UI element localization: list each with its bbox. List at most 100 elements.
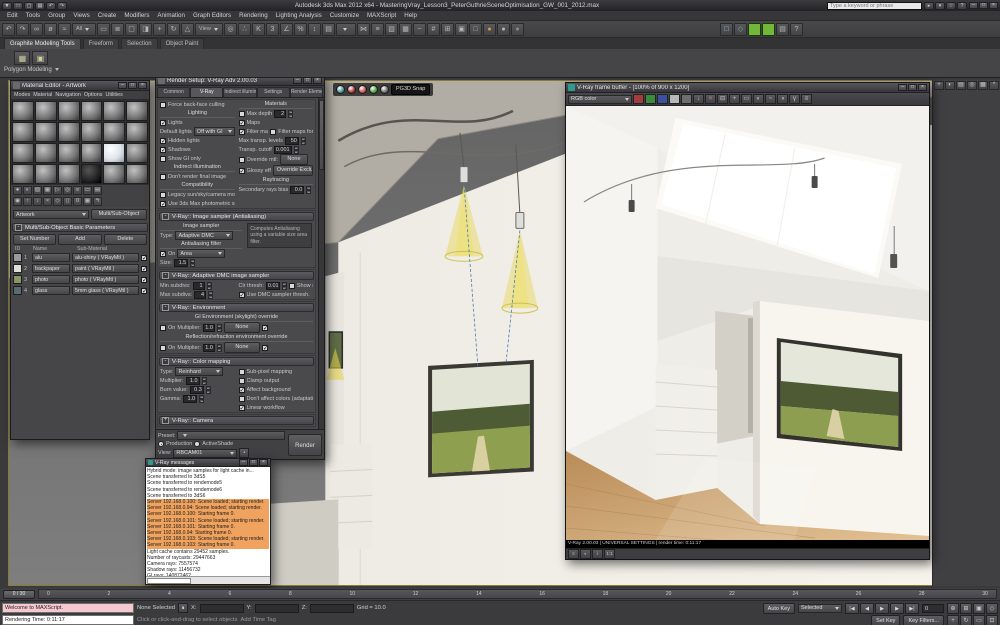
select-and-manipulate-icon[interactable]: ∴ bbox=[238, 23, 251, 36]
sub-material-name-button[interactable]: glass bbox=[32, 286, 70, 295]
menu-edit[interactable]: Edit bbox=[3, 11, 22, 21]
expand-icon[interactable]: + bbox=[162, 417, 169, 424]
favorites-star-icon[interactable]: ☆ bbox=[946, 2, 956, 10]
rollout-header-v-ray-image-sampler-antialiasing[interactable]: -V-Ray:: Image sampler (Antialiasing) bbox=[159, 212, 314, 221]
select-by-material-icon[interactable]: ▭ bbox=[83, 186, 92, 195]
next-frame-button[interactable]: ▶ bbox=[890, 603, 904, 614]
restore-button[interactable]: □ bbox=[249, 459, 258, 466]
toggle-green-a-icon[interactable] bbox=[748, 23, 761, 36]
y-coordinate-field[interactable] bbox=[255, 604, 299, 613]
material-sample-17[interactable] bbox=[103, 143, 125, 163]
material-sample-14[interactable] bbox=[35, 143, 57, 163]
checkbox-max-depth[interactable]: Max depth bbox=[239, 111, 273, 117]
vray-toolbar-icon[interactable]: ◇ bbox=[734, 23, 747, 36]
menu-maxscript[interactable]: MAXScript bbox=[363, 11, 400, 21]
blue-channel-icon[interactable] bbox=[657, 94, 668, 104]
open-file-icon[interactable]: ▢ bbox=[24, 2, 34, 10]
material-sample-3[interactable] bbox=[58, 101, 80, 121]
pan-icon[interactable]: + bbox=[947, 615, 959, 625]
minimize-button[interactable]: – bbox=[118, 82, 127, 89]
assign-material-icon[interactable]: ↓ bbox=[33, 197, 42, 206]
snap-preset-button[interactable]: PG3D Snap bbox=[391, 84, 430, 95]
channel-dropdown[interactable]: RGB color bbox=[568, 95, 632, 104]
checkbox-filter-maps[interactable]: Filter maps bbox=[239, 129, 269, 135]
material-sample-12[interactable] bbox=[126, 122, 148, 142]
menu-animation[interactable]: Animation bbox=[153, 11, 189, 21]
maxscript-listener-white[interactable]: Rendering Time: 0:11:17 bbox=[2, 615, 134, 625]
field-burn-value[interactable]: 0.3 bbox=[190, 386, 204, 394]
current-frame-field[interactable]: 0 bbox=[922, 604, 944, 613]
set-key-button[interactable]: Set Key bbox=[871, 615, 900, 625]
field-min-subdivs[interactable]: 1 bbox=[193, 282, 205, 290]
ribbon-panel-label[interactable]: Polygon Modeling bbox=[4, 67, 59, 73]
menu-lighting-analysis[interactable]: Lighting Analysis bbox=[272, 11, 326, 21]
auto-key-button[interactable]: Auto Key bbox=[763, 603, 795, 614]
minimize-button[interactable]: – bbox=[969, 2, 978, 9]
checkbox-on[interactable]: On bbox=[160, 325, 175, 331]
rendered-image[interactable] bbox=[566, 106, 929, 540]
show-map-in-viewport-icon[interactable]: ▦ bbox=[83, 197, 92, 206]
modify-tab-icon[interactable]: ◐ bbox=[945, 81, 955, 90]
select-and-move-icon[interactable]: + bbox=[153, 23, 166, 36]
material-sample-16[interactable] bbox=[81, 143, 103, 163]
spinner[interactable] bbox=[282, 282, 287, 290]
checkbox-show-gi-only[interactable]: Show GI only bbox=[160, 156, 201, 162]
selection-filter-dropdown[interactable]: All bbox=[72, 23, 96, 36]
close-button[interactable]: × bbox=[259, 459, 268, 466]
render-setup-tab-common[interactable]: Common bbox=[157, 87, 190, 97]
pixel-info-icon[interactable]: i bbox=[592, 549, 603, 559]
zoom-extents-icon[interactable]: ▣ bbox=[973, 603, 985, 614]
delete-button[interactable]: Delete bbox=[104, 234, 147, 245]
redo-icon[interactable]: ↷ bbox=[57, 2, 67, 10]
render-iterative-icon[interactable]: ● bbox=[497, 23, 510, 36]
render-button[interactable]: Render bbox=[288, 434, 322, 456]
checkbox-use-3ds-max-photometric-scale[interactable]: Use 3ds Max photometric scale bbox=[160, 201, 235, 207]
spinner[interactable] bbox=[207, 282, 212, 290]
snaps-toggle-icon[interactable]: 3 bbox=[266, 23, 279, 36]
select-and-scale-icon[interactable]: △ bbox=[181, 23, 194, 36]
create-tab-icon[interactable]: + bbox=[934, 81, 944, 90]
display-tab-icon[interactable]: ▦ bbox=[978, 81, 988, 90]
rollout-header-v-ray-camera[interactable]: +V-Ray:: Camera bbox=[159, 416, 314, 425]
render-setup-tab-render-elements[interactable]: Render Elements bbox=[290, 87, 323, 97]
duplicate-to-host-icon[interactable]: ⊟ bbox=[717, 94, 728, 104]
menu-rendering[interactable]: Rendering bbox=[235, 11, 272, 21]
sub-material-name-button[interactable]: alu bbox=[32, 253, 70, 262]
x-coordinate-field[interactable] bbox=[200, 604, 244, 613]
material-sample-8[interactable] bbox=[35, 122, 57, 142]
make-unique-icon[interactable]: ◇ bbox=[53, 197, 62, 206]
activeshade-radio[interactable] bbox=[194, 441, 200, 447]
help-search-icon[interactable]: ? bbox=[790, 23, 803, 36]
video-color-check-icon[interactable]: ▷ bbox=[53, 186, 62, 195]
material-sample-19[interactable] bbox=[12, 164, 34, 184]
material-sample-9[interactable] bbox=[58, 122, 80, 142]
new-scene-icon[interactable]: □ bbox=[13, 2, 23, 10]
spinner[interactable] bbox=[306, 186, 311, 194]
alpha-channel-icon[interactable] bbox=[669, 94, 680, 104]
activeshade-icon[interactable]: ● bbox=[511, 23, 524, 36]
sub-material-button[interactable]: 5mm glass ( VRayMtl ) bbox=[72, 286, 139, 295]
zoom-region-icon[interactable]: ▭ bbox=[973, 615, 985, 625]
minimize-button[interactable]: – bbox=[293, 77, 302, 84]
toggle-green-b-icon[interactable] bbox=[762, 23, 775, 36]
close-button[interactable]: × bbox=[989, 2, 998, 9]
material-editor-icon[interactable]: ⊞ bbox=[441, 23, 454, 36]
mirror-icon[interactable]: ⋈ bbox=[357, 23, 370, 36]
exposure-icon[interactable]: ◑ bbox=[777, 94, 788, 104]
zoom-all-icon[interactable]: ⊞ bbox=[960, 603, 972, 614]
restore-button[interactable]: □ bbox=[979, 2, 988, 9]
orbit-icon[interactable]: ↻ bbox=[960, 615, 972, 625]
checkbox-on[interactable]: On bbox=[160, 251, 175, 257]
add-button[interactable]: Add bbox=[58, 234, 101, 245]
fov-icon[interactable]: ◇ bbox=[986, 603, 998, 614]
frame-buffer-titlebar[interactable]: V-Ray frame buffer - [100% of 900 x 1200… bbox=[566, 83, 929, 93]
use-pivot-center-icon[interactable]: ◎ bbox=[224, 23, 237, 36]
field-value[interactable]: 2 bbox=[274, 110, 286, 118]
collapse-icon[interactable]: - bbox=[162, 272, 169, 279]
minimize-button[interactable]: – bbox=[239, 459, 248, 466]
menu-group[interactable]: Group bbox=[44, 11, 69, 21]
rollout-header-v-ray-color-mapping[interactable]: -V-Ray:: Color mapping bbox=[159, 357, 314, 366]
selection-set-dropdown[interactable]: Selected bbox=[798, 604, 842, 613]
log-message-list[interactable]: Hybrid mode: image samples for light cac… bbox=[146, 467, 270, 576]
undo-icon[interactable]: ↶ bbox=[46, 2, 56, 10]
